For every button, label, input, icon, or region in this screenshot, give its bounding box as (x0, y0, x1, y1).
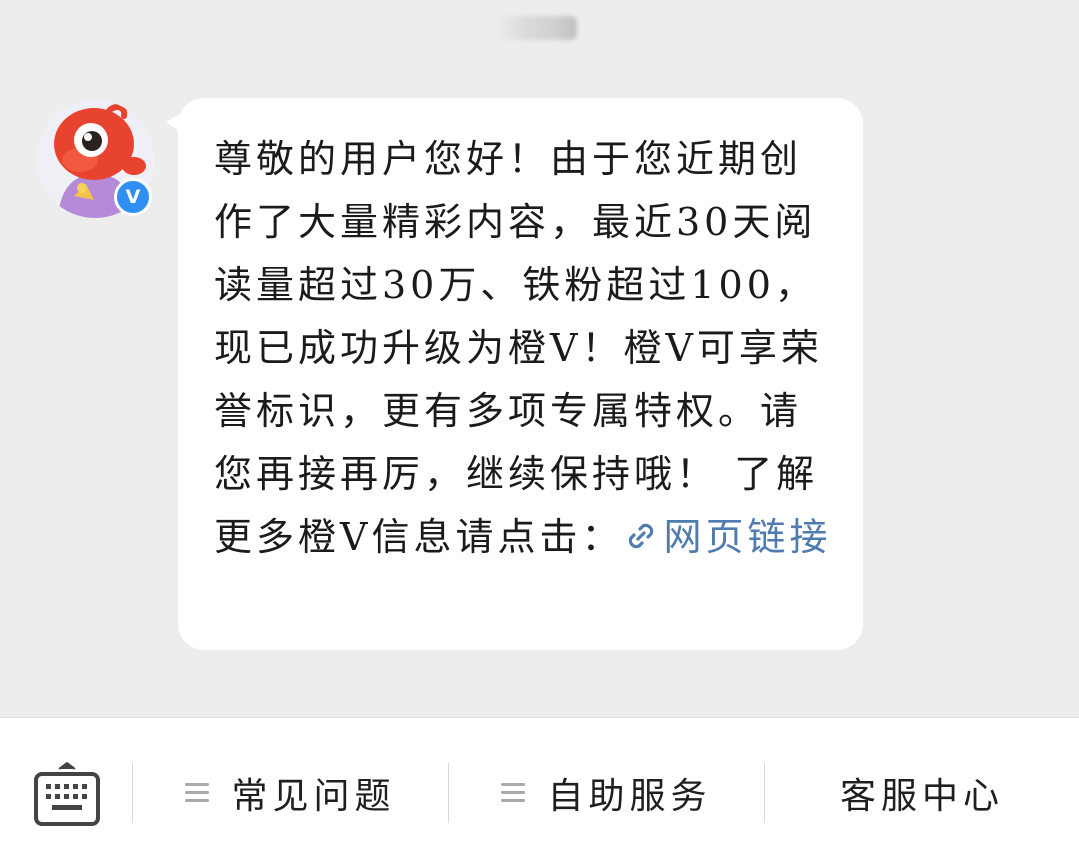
verified-v-badge: V (114, 178, 152, 216)
menu-faq-label: 常见问题 (231, 776, 396, 817)
menu-customer-service[interactable]: 客服中心 (765, 766, 1079, 820)
bottom-menu-bar: 常见问题 自助服务 客服中心 (0, 717, 1079, 867)
menu-icon (501, 783, 526, 803)
link-icon (629, 523, 654, 549)
web-link[interactable]: 网页链接 (623, 515, 831, 559)
web-link-label: 网页链接 (663, 515, 832, 559)
message-text-block: 尊敬的用户您好！由于您近期创作了大量精彩内容，最近30天阅读量超过30万、铁粉超… (214, 128, 833, 569)
avatar[interactable]: V (36, 100, 154, 218)
message-text: 尊敬的用户您好！由于您近期创作了大量精彩内容，最近30天阅读量超过30万、铁粉超… (214, 137, 823, 559)
bubble-tail (166, 114, 180, 132)
message-bubble: 尊敬的用户您好！由于您近期创作了大量精彩内容，最近30天阅读量超过30万、铁粉超… (166, 98, 863, 650)
chat-area: V 尊敬的用户您好！由于您近期创作了大量精彩内容，最近30天阅读量超过30万、铁… (0, 0, 1079, 717)
menu-faq[interactable]: 常见问题 (133, 766, 448, 820)
keyboard-icon (34, 762, 100, 826)
timestamp-blurred (497, 16, 577, 40)
menu-self-service[interactable]: 自助服务 (449, 766, 764, 820)
menu-self-service-label: 自助服务 (547, 776, 712, 817)
menu-customer-service-label: 客服中心 (839, 776, 1004, 817)
keyboard-toggle-button[interactable] (34, 760, 100, 826)
menu-icon (185, 783, 210, 803)
